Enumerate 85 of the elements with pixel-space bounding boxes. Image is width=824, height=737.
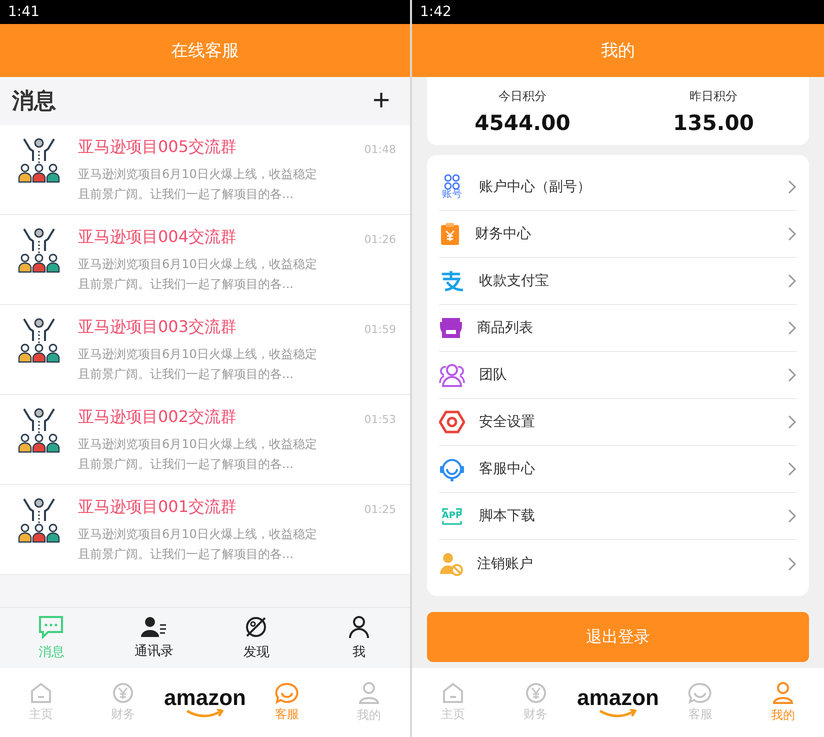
- chat-row[interactable]: 亚马逊项目005交流群 亚马逊浏览项目6月10日火爆上线，收益稳定且前景广阔。让我们一起了解项目的各... 01:48: [0, 125, 410, 215]
- chat-tab[interactable]: 我: [308, 608, 410, 668]
- chat-name: 亚马逊项目001交流群: [78, 497, 238, 518]
- group-icon: [16, 137, 62, 185]
- header-title: 在线客服: [171, 40, 239, 62]
- score-label: 昨日积分: [690, 88, 738, 104]
- chat-preview: 亚马逊浏览项目6月10日火爆上线，收益稳定且前景广阔。让我们一起了解项目的各...: [78, 166, 318, 203]
- score-label: 今日积分: [498, 88, 546, 104]
- chevron-right-icon: [788, 321, 797, 335]
- chat-preview: 亚马逊浏览项目6月10日火爆上线，收益稳定且前景广阔。让我们一起了解项目的各...: [78, 346, 318, 383]
- chat-name: 亚马逊项目005交流群: [78, 137, 238, 158]
- chevron-right-icon: [788, 509, 797, 523]
- user-icon: [358, 681, 380, 705]
- chat-time: 01:53: [364, 413, 396, 426]
- user-icon: [348, 615, 370, 639]
- chat-time: 01:25: [364, 503, 396, 516]
- user-blocked-icon: [439, 552, 463, 576]
- menu-item[interactable]: 商品列表: [439, 305, 797, 352]
- chat-name: 亚马逊项目003交流群: [78, 317, 238, 338]
- chat-time: 01:26: [364, 233, 396, 246]
- contacts-icon: [140, 616, 167, 638]
- chevron-right-icon: [788, 227, 797, 241]
- chat-preview: 亚马逊浏览项目6月10日火爆上线，收益稳定且前景广阔。让我们一起了解项目的各...: [78, 436, 318, 473]
- nav-tab[interactable]: 我的: [742, 668, 824, 737]
- status-time: 1:41: [8, 4, 40, 20]
- home-icon: [30, 682, 52, 704]
- chat-preview: 亚马逊浏览项目6月10日火爆上线，收益稳定且前景广阔。让我们一起了解项目的各...: [78, 526, 318, 563]
- nav-tab[interactable]: 财务: [82, 668, 164, 737]
- score-value: 135.00: [672, 110, 754, 134]
- yuan-clipboard-icon: [439, 222, 461, 246]
- menu-item[interactable]: APP 脚本下载: [439, 493, 797, 540]
- add-button[interactable]: +: [372, 86, 390, 116]
- chat-preview: 亚马逊浏览项目6月10日火爆上线，收益稳定且前景广阔。让我们一起了解项目的各...: [78, 256, 318, 293]
- chevron-right-icon: [788, 462, 797, 476]
- chat-bubble-icon: [688, 682, 712, 704]
- yuan-icon: [524, 682, 547, 704]
- menu-item[interactable]: 团队: [439, 352, 797, 399]
- logout-button[interactable]: 退出登录: [427, 612, 809, 662]
- menu-item[interactable]: 安全设置: [439, 399, 797, 446]
- headset-icon: [439, 456, 465, 482]
- user-icon: [772, 681, 794, 705]
- group-icon: [16, 407, 62, 455]
- chat-time: 01:48: [364, 143, 396, 156]
- chat-name: 亚马逊项目004交流群: [78, 227, 238, 248]
- amazon-logo: amazon: [577, 686, 659, 708]
- chat-row[interactable]: 亚马逊项目004交流群 亚马逊浏览项目6月10日火爆上线，收益稳定且前景广阔。让我们一起了解项目的各... 01:26: [0, 215, 410, 305]
- chat-icon: [38, 615, 64, 639]
- alipay-icon: [439, 270, 465, 292]
- amazon-logo: amazon: [164, 686, 246, 708]
- header-title: 我的: [601, 40, 635, 62]
- home-icon: [442, 682, 464, 704]
- chat-row[interactable]: 亚马逊项目002交流群 亚马逊浏览项目6月10日火爆上线，收益稳定且前景广阔。让我们一起了解项目的各... 01:53: [0, 395, 410, 485]
- group-icon: [16, 317, 62, 365]
- chat-time: 01:59: [364, 323, 396, 336]
- nav-tab[interactable]: 主页: [412, 668, 494, 737]
- group-icon: [16, 497, 62, 545]
- chevron-right-icon: [788, 556, 797, 570]
- nav-tab[interactable]: 客服: [246, 668, 328, 737]
- menu-item[interactable]: 客服中心: [439, 446, 797, 493]
- compass-icon: [244, 615, 268, 639]
- nav-tab[interactable]: 财务: [494, 668, 577, 737]
- chevron-right-icon: [788, 274, 797, 288]
- chevron-right-icon: [788, 368, 797, 382]
- team-icon: [439, 363, 465, 387]
- chat-row[interactable]: 亚马逊项目003交流群 亚马逊浏览项目6月10日火爆上线，收益稳定且前景广阔。让我们一起了解项目的各... 01:59: [0, 305, 410, 395]
- menu-item[interactable]: 注销账户: [439, 540, 797, 587]
- chevron-right-icon: [788, 180, 797, 194]
- chat-bubble-icon: [275, 682, 299, 704]
- section-title: 消息: [12, 88, 56, 116]
- nav-tab[interactable]: 客服: [659, 668, 742, 737]
- chat-tab[interactable]: 消息: [0, 608, 102, 668]
- yuan-icon: [112, 682, 134, 704]
- nav-tab[interactable]: 主页: [0, 668, 82, 737]
- chevron-right-icon: [788, 415, 797, 429]
- hexagon-nut-icon: [439, 410, 465, 434]
- menu-item[interactable]: 财务中心: [439, 211, 797, 258]
- shop-icon: [439, 317, 463, 339]
- chat-tab[interactable]: 发现: [205, 608, 308, 668]
- status-time: 1:42: [420, 4, 452, 20]
- nav-tab[interactable]: 我的: [328, 668, 410, 737]
- group-icon: [16, 227, 62, 275]
- menu-item[interactable]: 收款支付宝: [439, 258, 797, 305]
- score-value: 4544.00: [474, 110, 570, 134]
- chat-tab[interactable]: 通讯录: [102, 608, 205, 668]
- chat-name: 亚马逊项目002交流群: [78, 407, 238, 428]
